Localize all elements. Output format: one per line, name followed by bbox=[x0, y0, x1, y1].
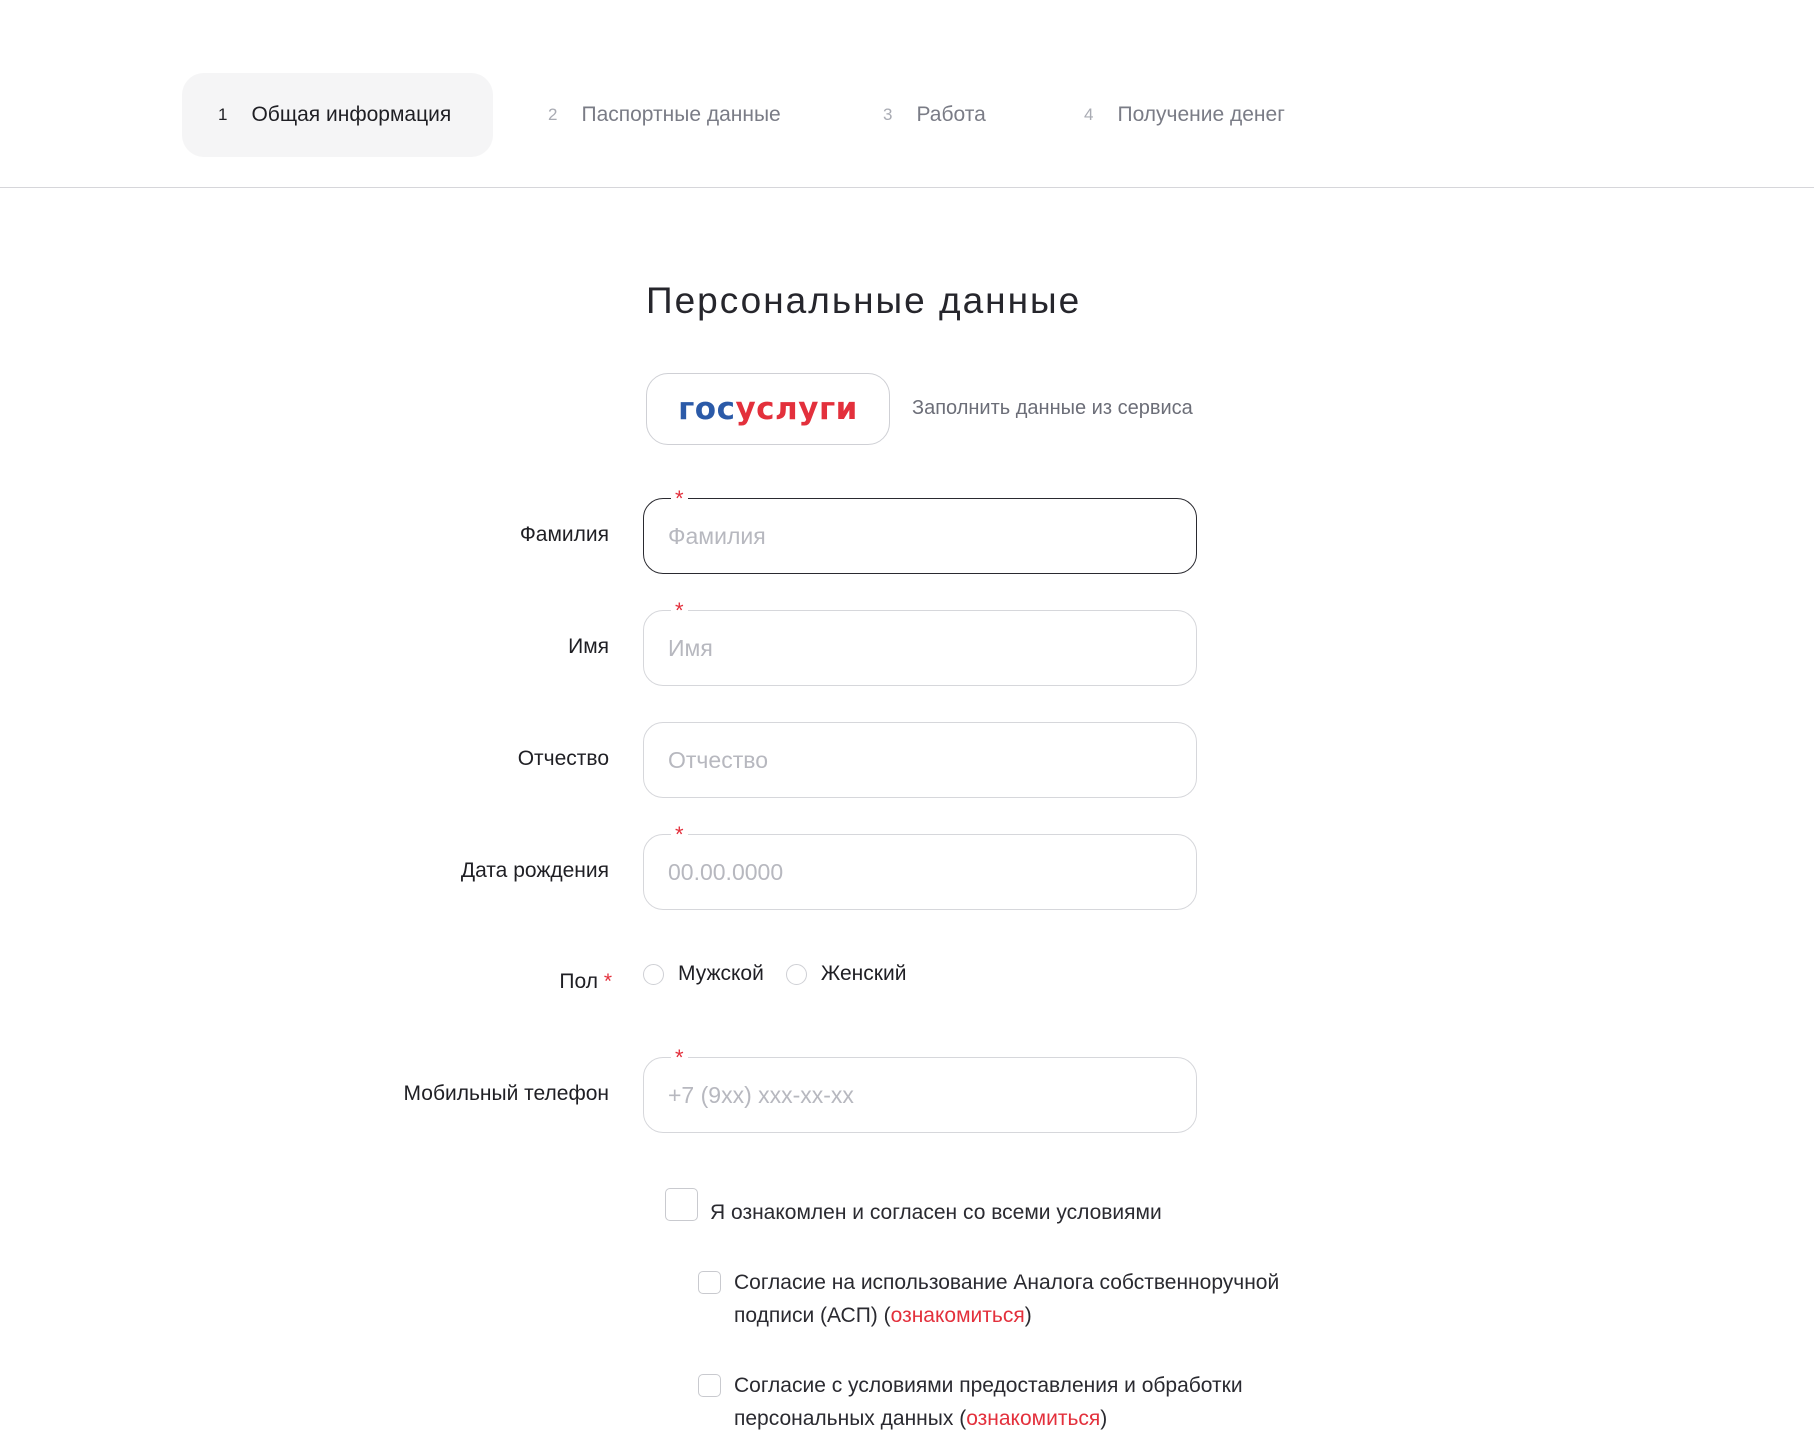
birth-date-input[interactable] bbox=[643, 834, 1197, 910]
step-label: Общая информация bbox=[251, 103, 452, 126]
phone-label: Мобильный телефон bbox=[403, 1082, 609, 1105]
asp-consent-suffix: ) bbox=[1024, 1304, 1032, 1327]
patronymic-input[interactable] bbox=[643, 722, 1197, 798]
gosuslugi-hint: Заполнить данные из сервиса bbox=[912, 397, 1193, 419]
pd-consent-line1: Согласие с условиями предоставления и об… bbox=[734, 1374, 1243, 1397]
phone-field: * bbox=[643, 1047, 1197, 1133]
gender-radio-group: Мужской Женский bbox=[643, 962, 928, 986]
birth-date-label: Дата рождения bbox=[460, 859, 609, 882]
page-title: Персональные данные bbox=[646, 280, 1082, 321]
pd-consent-checkbox[interactable] bbox=[698, 1374, 721, 1397]
agree-all-row: Я ознакомлен и согласен со всеми условия… bbox=[665, 1188, 1162, 1229]
asp-consent-row: Согласие на использование Аналога собств… bbox=[698, 1266, 1279, 1332]
phone-input[interactable] bbox=[643, 1057, 1197, 1133]
radio-circle[interactable] bbox=[785, 963, 807, 985]
required-marker: * bbox=[671, 600, 688, 622]
step-work[interactable]: 3 Работа bbox=[883, 73, 986, 157]
asp-consent-line2-prefix: подписи (АСП) ( bbox=[734, 1304, 891, 1327]
step-label: Паспортные данные bbox=[581, 103, 781, 126]
asp-consent-text: Согласие на использование Аналога собств… bbox=[734, 1266, 1279, 1332]
first-name-input[interactable] bbox=[643, 610, 1197, 686]
pd-consent-line2-prefix: персональных данных ( bbox=[734, 1407, 967, 1430]
gender-label: Пол * bbox=[192, 970, 612, 994]
gender-option-female[interactable]: Женский bbox=[785, 962, 907, 986]
pd-consent-line2: персональных данных (ознакомиться) bbox=[734, 1402, 1243, 1435]
birth-date-field: * bbox=[643, 824, 1197, 910]
step-passport-data[interactable]: 2 Паспортные данные bbox=[548, 73, 781, 157]
asp-consent-line2: подписи (АСП) (ознакомиться) bbox=[734, 1299, 1279, 1332]
agree-all-label: Я ознакомлен и согласен со всеми условия… bbox=[710, 1201, 1162, 1224]
pd-consent-row: Согласие с условиями предоставления и об… bbox=[698, 1369, 1243, 1435]
step-label: Получение денег bbox=[1117, 103, 1285, 126]
step-number: 4 bbox=[1084, 105, 1094, 124]
pd-consent-suffix: ) bbox=[1100, 1407, 1108, 1430]
first-name-field: * bbox=[643, 600, 1197, 686]
agree-all-checkbox[interactable] bbox=[665, 1188, 698, 1221]
gender-option-male[interactable]: Мужской bbox=[643, 962, 764, 986]
patronymic-field bbox=[643, 722, 1197, 798]
last-name-input[interactable] bbox=[643, 498, 1197, 574]
gender-label-text: Пол bbox=[559, 970, 598, 993]
radio-label: Мужской bbox=[678, 962, 764, 985]
step-number: 1 bbox=[218, 105, 228, 124]
gosuslugi-logo: госуслуги bbox=[678, 391, 858, 427]
required-marker: * bbox=[671, 1047, 688, 1069]
radio-circle[interactable] bbox=[643, 963, 664, 985]
stepper: 1 Общая информация 2 Паспортные данные 3… bbox=[0, 0, 1814, 188]
radio-label: Женский bbox=[820, 962, 907, 985]
asp-consent-checkbox[interactable] bbox=[698, 1271, 721, 1294]
asp-consent-link[interactable]: ознакомиться bbox=[891, 1304, 1025, 1327]
required-marker: * bbox=[671, 824, 688, 846]
pd-consent-link[interactable]: ознакомиться bbox=[966, 1407, 1100, 1430]
pd-consent-text: Согласие с условиями предоставления и об… bbox=[734, 1369, 1243, 1435]
gosuslugi-logo-part1: гос bbox=[678, 391, 736, 427]
last-name-label: Фамилия bbox=[519, 523, 609, 546]
step-receive-money[interactable]: 4 Получение денег bbox=[1084, 73, 1285, 157]
step-label: Работа bbox=[916, 103, 986, 126]
required-marker: * bbox=[671, 488, 688, 510]
step-number: 2 bbox=[548, 105, 558, 124]
patronymic-label: Отчество bbox=[517, 747, 609, 770]
step-general-info[interactable]: 1 Общая информация bbox=[182, 73, 494, 157]
gosuslugi-logo-part2: услуги bbox=[735, 391, 858, 427]
step-number: 3 bbox=[883, 105, 893, 124]
required-marker: * bbox=[603, 970, 612, 993]
gosuslugi-button[interactable]: госуслуги bbox=[646, 373, 890, 445]
first-name-label: Имя bbox=[568, 635, 609, 658]
asp-consent-line1: Согласие на использование Аналога собств… bbox=[734, 1271, 1280, 1294]
last-name-field: * bbox=[643, 488, 1197, 574]
